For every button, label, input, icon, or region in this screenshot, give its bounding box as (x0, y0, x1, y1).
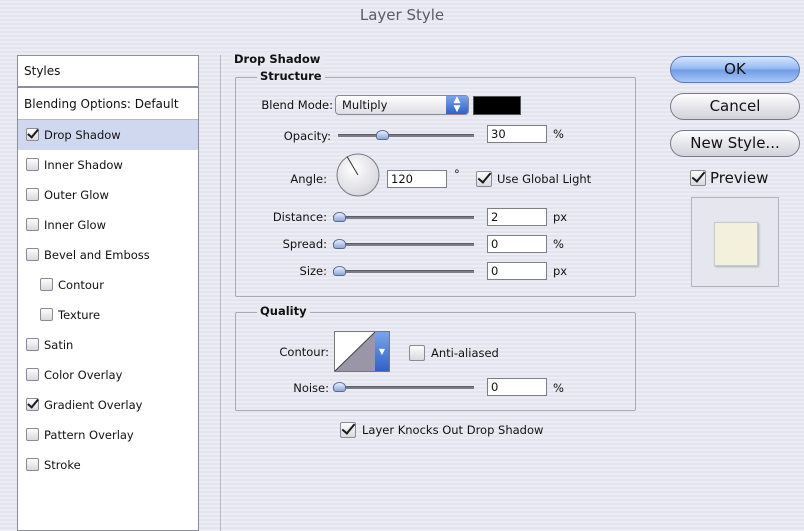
style-item-checkbox[interactable] (26, 218, 39, 231)
blending-options-default[interactable]: Blending Options: Default (18, 88, 198, 120)
blend-mode-label: Blend Mode: (261, 98, 333, 112)
style-item-outer-glow[interactable]: Outer Glow (18, 180, 198, 210)
contour-dropdown-icon[interactable]: ▼ (375, 332, 389, 371)
style-item-label: Satin (44, 338, 74, 352)
ok-button[interactable]: OK (670, 56, 800, 83)
opacity-label: Opacity: (283, 129, 331, 143)
new-style-button[interactable]: New Style... (670, 130, 800, 157)
style-item-drop-shadow[interactable]: Drop Shadow (18, 120, 198, 150)
drop-shadow-title: Drop Shadow (231, 52, 324, 66)
style-item-inner-shadow[interactable]: Inner Shadow (18, 150, 198, 180)
contour-linear-icon (335, 332, 375, 371)
size-input[interactable]: 0 (487, 262, 547, 280)
noise-label: Noise: (293, 381, 329, 395)
style-item-checkbox[interactable] (26, 338, 39, 351)
size-unit: px (553, 264, 568, 278)
distance-label: Distance: (272, 210, 327, 224)
contour-label: Contour: (279, 345, 329, 359)
noise-input[interactable]: 0 (487, 378, 547, 396)
distance-slider-thumb[interactable] (333, 212, 346, 222)
preview-swatch (714, 222, 758, 266)
size-label: Size: (299, 264, 327, 278)
opacity-slider-thumb[interactable] (375, 130, 389, 140)
use-global-light-label: Use Global Light (497, 172, 592, 186)
style-item-pattern-overlay[interactable]: Pattern Overlay (18, 420, 198, 450)
window-title: Layer Style (359, 6, 445, 24)
angle-dial[interactable] (335, 152, 381, 198)
style-item-checkbox[interactable] (26, 158, 39, 171)
chevron-updown-icon: ▲ ▼ (446, 96, 468, 114)
style-item-checkbox[interactable] (40, 278, 53, 291)
opacity-slider[interactable] (338, 130, 474, 140)
noise-slider-thumb[interactable] (333, 382, 346, 392)
style-item-label: Gradient Overlay (44, 398, 143, 412)
style-item-label: Pattern Overlay (44, 428, 134, 442)
style-item-label: Inner Shadow (44, 158, 123, 172)
style-item-checkbox[interactable] (26, 428, 39, 441)
style-item-inner-glow[interactable]: Inner Glow (18, 210, 198, 240)
structure-title: Structure (257, 69, 325, 83)
angle-input[interactable]: 120 (387, 170, 447, 188)
distance-input[interactable]: 2 (487, 208, 547, 226)
blend-mode-value: Multiply (342, 98, 388, 112)
angle-unit: ° (454, 167, 460, 181)
style-item-checkbox[interactable] (26, 398, 39, 411)
knocks-out-label: Layer Knocks Out Drop Shadow (362, 423, 544, 437)
style-item-stroke[interactable]: Stroke (18, 450, 198, 480)
drop-shadow-settings: Drop Shadow Structure Blend Mode: Multip… (220, 52, 651, 531)
spread-input[interactable]: 0 (487, 235, 547, 253)
quality-title: Quality (257, 304, 310, 318)
spread-unit: % (553, 237, 564, 251)
style-item-checkbox[interactable] (26, 368, 39, 381)
shadow-color-swatch[interactable] (473, 96, 521, 115)
style-item-label: Outer Glow (44, 188, 109, 202)
spread-slider[interactable] (333, 239, 474, 249)
style-item-contour[interactable]: Contour (18, 270, 198, 300)
style-item-color-overlay[interactable]: Color Overlay (18, 360, 198, 390)
style-item-gradient-overlay[interactable]: Gradient Overlay (18, 390, 198, 420)
styles-header[interactable]: Styles (18, 56, 198, 88)
style-item-texture[interactable]: Texture (18, 300, 198, 330)
style-item-satin[interactable]: Satin (18, 330, 198, 360)
style-item-label: Drop Shadow (44, 128, 121, 142)
contour-picker[interactable]: ▼ (334, 331, 390, 372)
style-item-bevel-and-emboss[interactable]: Bevel and Emboss (18, 240, 198, 270)
opacity-unit: % (553, 127, 564, 141)
style-item-label: Stroke (44, 458, 81, 472)
style-item-checkbox[interactable] (26, 188, 39, 201)
style-item-label: Contour (58, 278, 104, 292)
style-item-label: Bevel and Emboss (44, 248, 150, 262)
preview-label: Preview (710, 169, 769, 187)
noise-unit: % (553, 381, 564, 395)
distance-unit: px (553, 210, 568, 224)
noise-slider[interactable] (333, 382, 474, 392)
style-item-checkbox[interactable] (26, 458, 39, 471)
preview-toggle[interactable]: Preview (690, 168, 768, 188)
style-item-label: Color Overlay (44, 368, 123, 382)
anti-aliased-label: Anti-aliased (431, 346, 499, 360)
blend-mode-select[interactable]: Multiply ▲ ▼ (335, 95, 469, 115)
quality-group (235, 312, 636, 411)
preview-area (691, 197, 779, 287)
styles-list-panel: Styles Blending Options: Default Drop Sh… (17, 55, 199, 531)
style-item-checkbox[interactable] (26, 248, 39, 261)
spread-slider-thumb[interactable] (333, 239, 346, 249)
opacity-input[interactable]: 30 (487, 125, 547, 143)
style-item-label: Inner Glow (44, 218, 106, 232)
style-item-checkbox[interactable] (40, 308, 53, 321)
style-item-checkbox[interactable] (26, 128, 39, 141)
anti-aliased-checkbox[interactable] (409, 345, 425, 361)
cancel-button[interactable]: Cancel (670, 93, 800, 120)
preview-checkbox[interactable] (690, 169, 706, 186)
spread-label: Spread: (282, 237, 327, 251)
size-slider[interactable] (333, 266, 474, 276)
size-slider-thumb[interactable] (333, 266, 346, 276)
distance-slider[interactable] (333, 212, 474, 222)
style-item-label: Texture (58, 308, 101, 322)
knocks-out-checkbox[interactable] (340, 422, 356, 438)
angle-label: Angle: (290, 172, 327, 186)
use-global-light-checkbox[interactable] (476, 171, 492, 187)
